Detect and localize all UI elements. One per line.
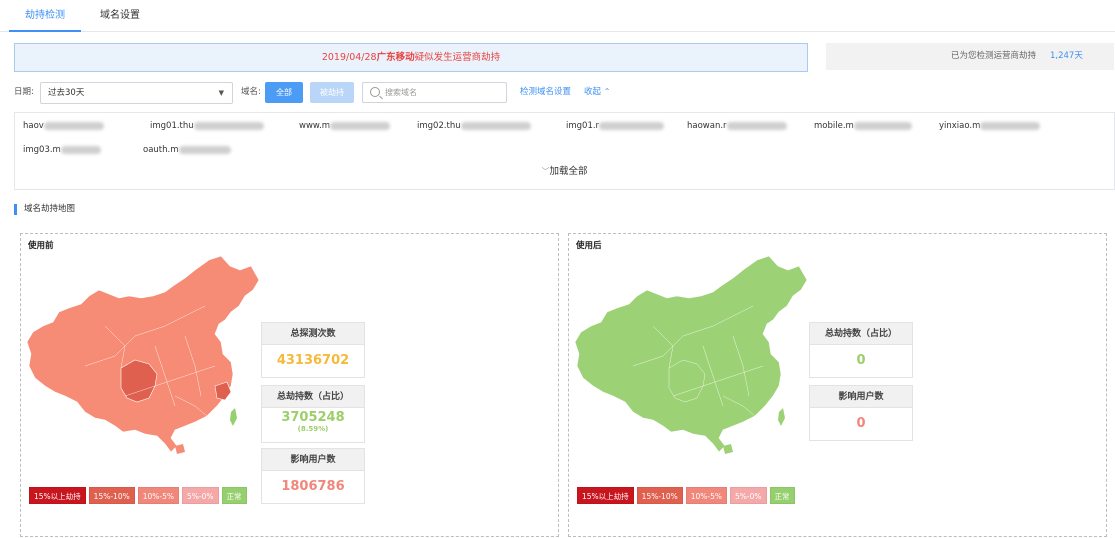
filter-hijacked-button[interactable]: 被劫持: [310, 82, 354, 103]
china-outline-after: [574, 255, 808, 453]
protect-days: 1,247天: [1050, 51, 1083, 61]
stat-probes-value: 43136702: [276, 353, 350, 368]
collapse-link[interactable]: 收起 ⌃: [584, 80, 610, 104]
caret-down-icon: ▼: [218, 89, 224, 97]
section-title: 域名劫持地图: [14, 204, 75, 215]
domain-item[interactable]: haov: [23, 121, 104, 131]
legend-item: 正常: [221, 487, 247, 504]
domain-item[interactable]: oauth.m: [143, 145, 231, 155]
legend-item: 15%-10%: [88, 487, 135, 504]
legend-item: 15%以上劫持: [577, 487, 634, 504]
domain-search-input[interactable]: 搜索域名: [362, 82, 507, 103]
domain-list: haov img01.thu www.m img02.thu img01.r h…: [14, 112, 1115, 190]
date-select-value: 过去30天: [48, 88, 85, 98]
tab-domain-settings[interactable]: 域名设置: [88, 0, 152, 32]
legend-item: 10%-5%: [685, 487, 727, 504]
island-taiwan-before: [230, 408, 237, 426]
legend-item: 15%以上劫持: [29, 487, 86, 504]
domain-item[interactable]: img03.m: [23, 145, 101, 155]
stat-total-hijacks-after: 总劫持数（占比） 0: [809, 322, 913, 378]
stat-affected-users: 影响用户数 1806786: [261, 448, 365, 504]
load-all-button[interactable]: ﹀加载全部: [15, 163, 1114, 177]
alert-date: 2019/04/28: [321, 52, 377, 63]
domain-item[interactable]: mobile.m: [814, 121, 912, 131]
china-outline-before: [26, 255, 260, 453]
domain-item[interactable]: img01.thu: [150, 121, 264, 131]
alert-isp: 广东移动: [376, 52, 415, 63]
stat-total-probes: 总探测次数 43136702: [261, 322, 365, 378]
stat-hijack-value: 3705248: [281, 410, 345, 425]
stat-hijack-label-after: 总劫持数（占比）: [810, 323, 912, 345]
stat-users-label-after: 影响用户数: [810, 386, 912, 408]
island-taiwan-after: [778, 408, 785, 426]
legend-item: 5%-0%: [182, 487, 219, 504]
legend-item: 5%-0%: [730, 487, 767, 504]
domain-item[interactable]: yinxiao.m: [939, 121, 1041, 131]
domain-item[interactable]: img01.r: [566, 121, 665, 131]
protect-label: 已为您检测运营商劫持: [950, 51, 1036, 61]
date-label: 日期:: [14, 87, 34, 97]
tab-bar: 劫持检测 域名设置: [0, 0, 1115, 32]
domain-item[interactable]: www.m: [299, 121, 391, 131]
collapse-label: 收起: [584, 87, 602, 97]
search-icon: [370, 87, 380, 97]
stat-users-value-after: 0: [856, 416, 866, 431]
legend-before: 15%以上劫持 15%-10% 10%-5% 5%-0% 正常: [29, 487, 250, 505]
legend-item: 15%-10%: [636, 487, 683, 504]
before-panel: 使用前 总探测次数 43136702 总劫持数（占比） 3705248 (8.5…: [20, 233, 559, 537]
stat-users-value: 1806786: [281, 479, 345, 494]
detect-domain-settings-link[interactable]: 检测域名设置: [520, 80, 571, 104]
tab-hijack-detect[interactable]: 劫持检测: [9, 0, 81, 32]
stat-affected-users-after: 影响用户数 0: [809, 385, 913, 441]
stat-users-label: 影响用户数: [262, 449, 364, 471]
china-map-after: [574, 255, 808, 454]
filter-all-button[interactable]: 全部: [265, 82, 303, 103]
after-panel: 使用后 总劫持数（占比） 0 影响用户数 0 15%以上劫持 15%-10% 10%…: [568, 233, 1107, 537]
stat-total-hijacks: 总劫持数（占比） 3705248 (8.59%): [261, 385, 365, 443]
legend-after: 15%以上劫持 15%-10% 10%-5% 5%-0% 正常: [577, 487, 798, 505]
domain-item[interactable]: img02.thu: [417, 121, 531, 131]
stat-hijack-value-after: 0: [856, 353, 866, 368]
hijack-alert-banner: 2019/04/28广东移动疑似发生运营商劫持: [14, 43, 808, 72]
china-map-before: [26, 255, 260, 454]
stat-hijack-percent: (8.59%): [297, 425, 329, 433]
filter-bar: 日期: 过去30天 ▼ 域名: 全部 被劫持 搜索域名 检测域名设置 收起 ⌃: [0, 80, 1115, 106]
legend-item: 正常: [769, 487, 795, 504]
domain-label: 域名:: [241, 87, 261, 97]
search-placeholder: 搜索域名: [385, 88, 417, 97]
protect-days-box: 已为您检测运营商劫持 1,247天: [826, 43, 1114, 70]
stat-hijack-label: 总劫持数（占比）: [262, 386, 364, 408]
legend-item: 10%-5%: [137, 487, 179, 504]
domain-item[interactable]: haowan.r: [687, 121, 787, 131]
alert-message: 疑似发生运营商劫持: [414, 52, 501, 63]
stat-probes-label: 总探测次数: [262, 323, 364, 345]
chevron-up-icon: ⌃: [603, 87, 611, 96]
date-select[interactable]: 过去30天 ▼: [40, 82, 233, 104]
